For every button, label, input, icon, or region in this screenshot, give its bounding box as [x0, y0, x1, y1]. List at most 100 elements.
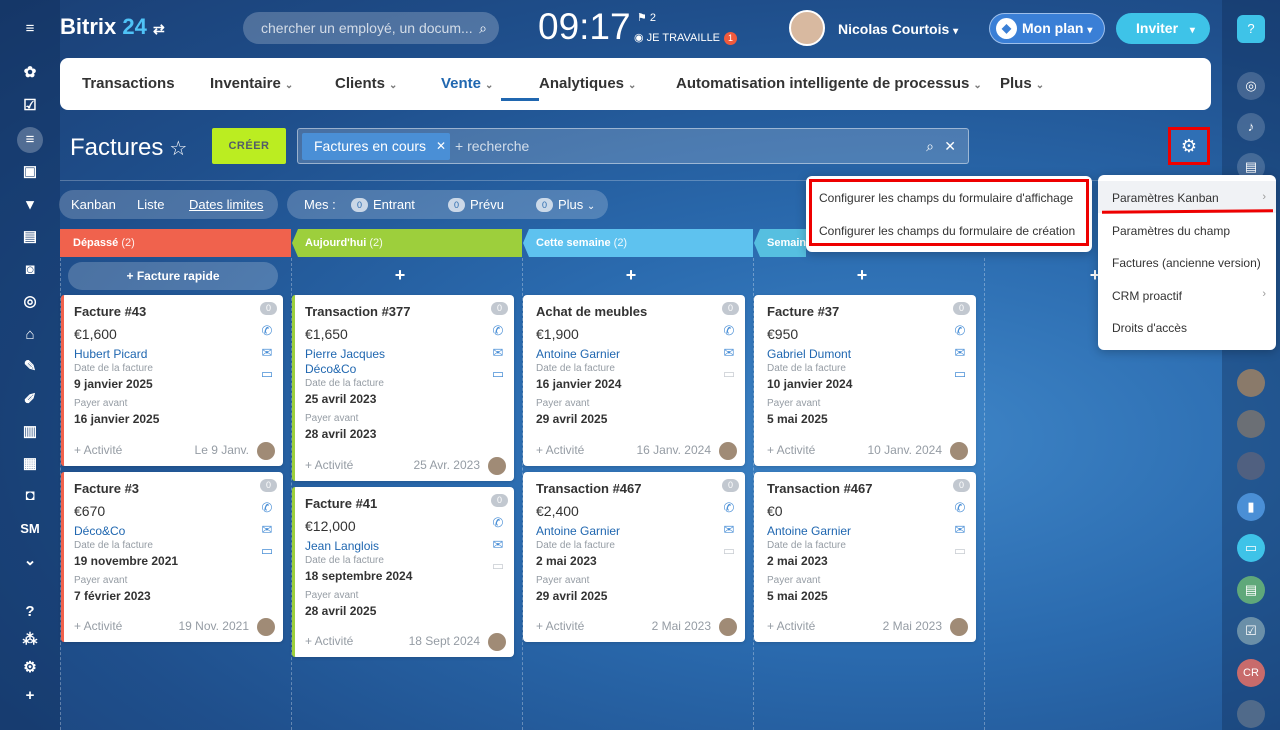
feed-icon[interactable]: ✿ — [19, 62, 41, 84]
chat-icon[interactable]: ▭ — [721, 543, 737, 559]
close-icon[interactable]: ✕ — [944, 129, 956, 163]
mail-icon[interactable]: ✉ — [259, 522, 275, 538]
chat-icon[interactable]: ▭ — [952, 366, 968, 382]
tab-inventaire[interactable]: Inventaire ⌄ — [210, 58, 293, 110]
analytics-icon[interactable]: ▥ — [19, 421, 41, 443]
add-activity[interactable]: + Activité — [767, 443, 815, 457]
counter-prevu[interactable]: 0 Prévu — [448, 190, 504, 219]
kanban-card[interactable]: Transaction #377 0 €1,650 Pierre Jacques… — [292, 295, 514, 481]
plan-button[interactable]: ◆ Mon plan ▾ — [989, 13, 1105, 44]
add-activity[interactable]: + Activité — [305, 458, 353, 472]
avatar[interactable] — [719, 618, 737, 636]
menu-item-access-rights[interactable]: Droits d'accès — [1112, 321, 1187, 335]
card-title[interactable]: Facture #3 — [74, 481, 139, 496]
settings-icon[interactable]: ⚙ — [19, 657, 41, 679]
add-activity[interactable]: + Activité — [74, 443, 122, 457]
add-card-button[interactable]: + — [852, 265, 872, 286]
mail-icon[interactable]: ✉ — [721, 522, 737, 538]
phone-icon[interactable]: ✆ — [721, 323, 737, 339]
global-search-input[interactable]: chercher un employé, un docum... ⌕ — [243, 12, 499, 44]
phone-icon[interactable]: ✆ — [259, 323, 275, 339]
card-title[interactable]: Transaction #467 — [536, 481, 642, 496]
add-icon[interactable]: + — [19, 685, 41, 707]
document-icon[interactable]: ✐ — [19, 389, 41, 411]
create-button[interactable]: CRÉER — [212, 128, 286, 164]
avatar[interactable] — [950, 618, 968, 636]
card-client[interactable]: Antoine Garnier — [767, 524, 851, 538]
avatar[interactable] — [257, 442, 275, 460]
add-card-button[interactable]: + — [390, 265, 410, 286]
mail-icon[interactable]: ✉ — [952, 345, 968, 361]
card-client[interactable]: Déco&Co — [74, 524, 125, 538]
app-logo[interactable]: Bitrix 24 ⇄ — [60, 14, 165, 40]
mail-icon[interactable]: ✉ — [490, 537, 506, 553]
card-title[interactable]: Achat de meubles — [536, 304, 647, 319]
search-icon[interactable]: ⌕ — [479, 12, 487, 44]
add-activity[interactable]: + Activité — [536, 443, 584, 457]
menu-item-create-form[interactable]: Configurer les champs du formulaire de c… — [819, 224, 1075, 238]
contacts-icon[interactable]: ▤ — [19, 226, 41, 248]
bank-icon[interactable]: ⌂ — [19, 324, 41, 346]
chat-icon[interactable]: ▭ — [490, 558, 506, 574]
target-icon[interactable]: ◎ — [19, 291, 41, 313]
add-activity[interactable]: + Activité — [767, 619, 815, 633]
counter-entrant[interactable]: 0 Entrant — [351, 190, 415, 219]
tab-analytiques[interactable]: Analytiques ⌄ — [539, 58, 636, 110]
phone-icon[interactable]: ✆ — [490, 323, 506, 339]
search-input[interactable]: + recherche — [455, 129, 529, 163]
add-activity[interactable]: + Activité — [74, 619, 122, 633]
filter-tag[interactable]: Factures en cours ✕ — [302, 133, 450, 160]
contact-card-icon[interactable]: ▤ — [1237, 576, 1265, 604]
tab-vente[interactable]: Vente ⌄ — [441, 58, 493, 110]
chat-icon[interactable]: ▭ — [259, 366, 275, 382]
avatar[interactable] — [257, 618, 275, 636]
work-status[interactable]: ◉ JE TRAVAILLE 1 — [634, 31, 738, 45]
chat-icon[interactable]: ◎ — [1237, 72, 1265, 100]
sign-icon[interactable]: ✎ — [19, 356, 41, 378]
card-title[interactable]: Transaction #377 — [305, 304, 411, 319]
bell-icon[interactable]: ♪ — [1237, 113, 1265, 141]
robot-icon[interactable]: ◙ — [19, 259, 41, 281]
flag-counter[interactable]: ⚑ 2 — [637, 11, 656, 24]
avatar[interactable] — [1237, 700, 1265, 728]
calendar-icon[interactable]: ▦ — [19, 453, 41, 475]
kanban-card[interactable]: Facture #41 0 €12,000 Jean Langlois Date… — [292, 487, 514, 657]
tab-clients[interactable]: Clients ⌄ — [335, 58, 397, 110]
card-client[interactable]: Jean Langlois — [305, 539, 379, 553]
help-icon[interactable]: ? — [19, 601, 41, 623]
help-icon[interactable]: ? — [1237, 15, 1265, 43]
phone-icon[interactable]: ✆ — [490, 515, 506, 531]
card-client[interactable]: Gabriel Dumont — [767, 347, 851, 361]
chat-group-icon[interactable]: ▭ — [1237, 534, 1265, 562]
sm-icon[interactable]: SM — [19, 518, 41, 540]
more-icon[interactable]: ⌄ — [19, 550, 41, 572]
search-icon[interactable]: ⌕ — [926, 129, 934, 163]
tasks-icon[interactable]: ☑ — [19, 95, 41, 117]
bookmark-icon[interactable]: ▮ — [1237, 493, 1265, 521]
avatar[interactable] — [950, 442, 968, 460]
menu-icon[interactable]: ≡ — [19, 18, 41, 40]
avatar[interactable]: CR — [1237, 659, 1265, 687]
column-header-depasse[interactable]: Dépassé (2) — [60, 229, 291, 257]
checklist-icon[interactable]: ☑ — [1237, 617, 1265, 645]
avatar[interactable] — [719, 442, 737, 460]
view-dates-limites[interactable]: Dates limites — [189, 190, 263, 219]
shop-icon[interactable]: ▾ — [19, 194, 41, 216]
menu-item-kanban-settings[interactable]: Paramètres Kanban — [1112, 191, 1219, 205]
avatar[interactable] — [1237, 410, 1265, 438]
crm-icon[interactable]: ≡ — [17, 127, 43, 153]
quick-invoice-button[interactable]: + Facture rapide — [68, 262, 278, 290]
menu-item-old-invoices[interactable]: Factures (ancienne version) — [1112, 256, 1261, 270]
mail-icon[interactable]: ✉ — [952, 522, 968, 538]
star-icon[interactable]: ☆ — [169, 138, 187, 160]
kanban-card[interactable]: Transaction #467 0 €0 Antoine Garnier Da… — [754, 472, 976, 642]
filter-search[interactable]: Factures en cours ✕ + recherche ⌕ ✕ — [297, 128, 969, 164]
video-icon[interactable]: ◘ — [19, 485, 41, 507]
kanban-card[interactable]: Transaction #467 0 €2,400 Antoine Garnie… — [523, 472, 745, 642]
view-kanban[interactable]: Kanban — [71, 190, 116, 219]
view-liste[interactable]: Liste — [137, 190, 164, 219]
chat-icon[interactable]: ▭ — [952, 543, 968, 559]
avatar[interactable] — [488, 633, 506, 651]
menu-item-field-settings[interactable]: Paramètres du champ — [1112, 224, 1230, 238]
menu-item-proactive-crm[interactable]: CRM proactif — [1112, 289, 1182, 303]
